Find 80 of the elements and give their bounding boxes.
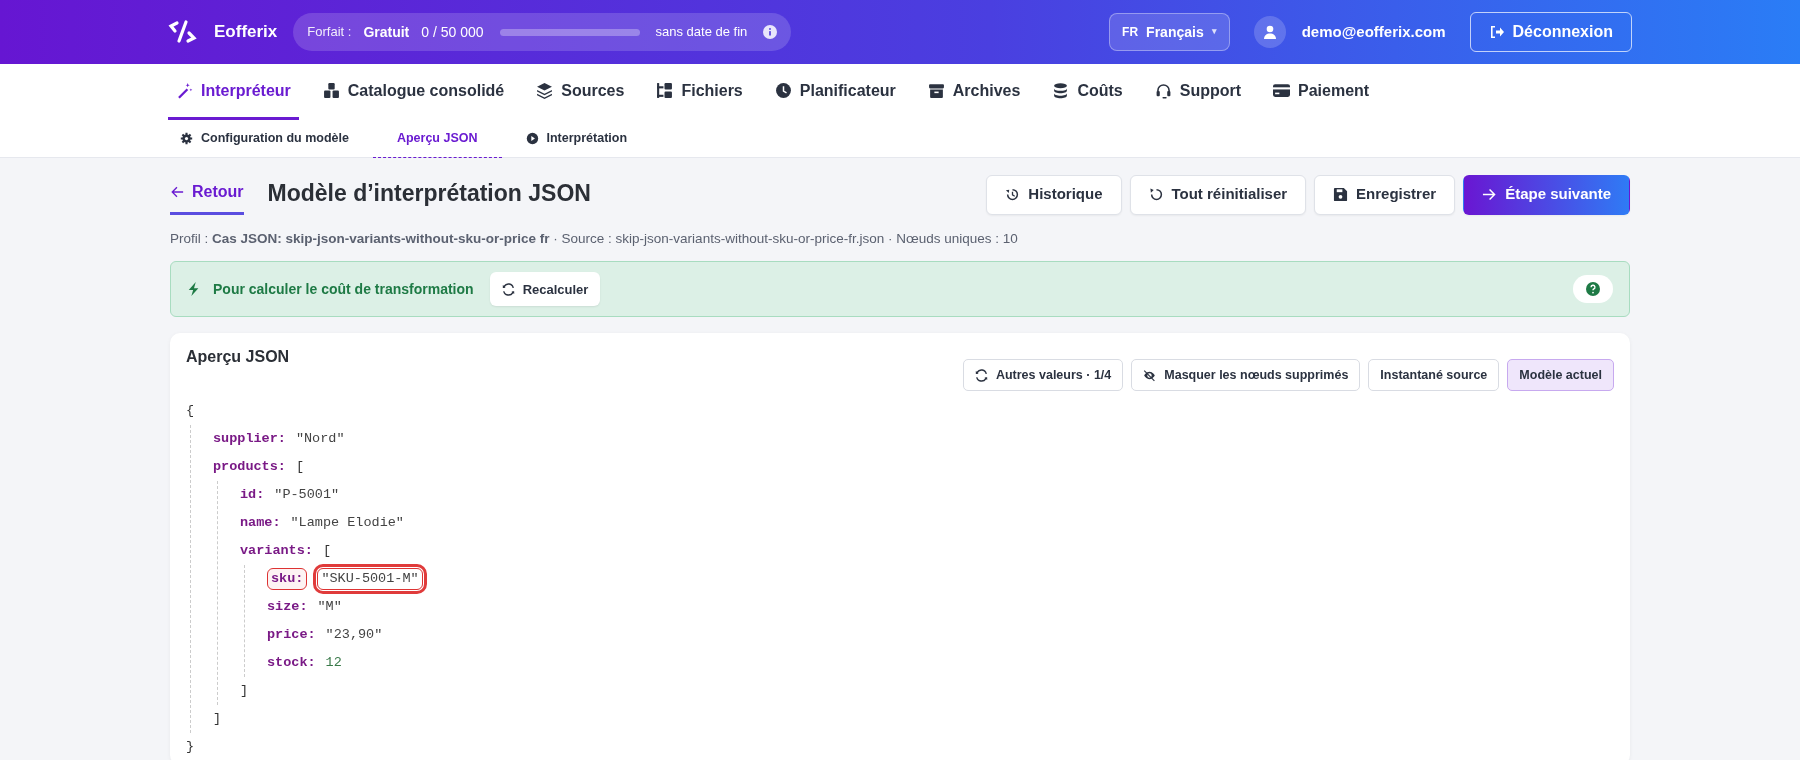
info-icon[interactable] xyxy=(763,25,778,39)
nav-tab[interactable]: Catalogue consolidé xyxy=(314,64,513,120)
bracket: ] xyxy=(213,710,222,729)
recalculate-button[interactable]: Recalculer xyxy=(489,272,601,307)
undo-icon xyxy=(1148,187,1164,202)
nav-tab[interactable]: Sources xyxy=(528,64,633,120)
toolbar-button[interactable]: Autres valeurs · 1/4 xyxy=(962,359,1124,392)
plan-name: Gratuit xyxy=(363,22,410,42)
logo-icon xyxy=(168,19,198,45)
save-icon xyxy=(1333,187,1349,202)
history-icon xyxy=(1005,187,1021,202)
help-button[interactable] xyxy=(1573,275,1613,304)
logout-icon xyxy=(1488,24,1505,40)
archive-icon xyxy=(927,82,945,99)
lightning-icon xyxy=(187,282,201,297)
json-key: size: xyxy=(267,597,308,618)
json-value: "Nord" xyxy=(295,430,345,449)
help-icon xyxy=(1586,282,1600,297)
json-key: sku: xyxy=(267,568,308,591)
brand-name: Eofferix xyxy=(214,21,278,44)
credit-card-icon xyxy=(1273,82,1291,99)
json-key: variants: xyxy=(240,541,313,562)
alert-text: Pour calculer le coût de transformation xyxy=(213,279,474,299)
json-key: price: xyxy=(267,625,316,646)
card-title: Aperçu JSON xyxy=(186,347,290,368)
json-key: supplier: xyxy=(213,429,286,450)
plan-expiry: sans date de fin xyxy=(655,23,748,42)
settings-icon xyxy=(180,131,193,145)
toolbar-button[interactable]: Masquer les nœuds supprimés xyxy=(1131,359,1361,392)
nav-tab[interactable]: Planificateur xyxy=(766,64,904,120)
play-icon xyxy=(525,131,539,145)
eye-slash-icon xyxy=(1143,368,1157,382)
view-toggle[interactable]: Instantané source xyxy=(1368,359,1500,392)
nav-tab[interactable]: Archives xyxy=(919,64,1029,120)
coins-icon xyxy=(1052,82,1070,99)
json-value: 12 xyxy=(325,654,342,673)
json-value: "23,90" xyxy=(325,626,383,645)
bracket: ] xyxy=(240,682,249,701)
json-key: name: xyxy=(240,513,281,534)
back-link[interactable]: Retour xyxy=(170,180,244,215)
refresh-icon xyxy=(501,282,515,296)
action-button[interactable]: Historique xyxy=(986,174,1122,215)
action-button[interactable]: Tout réinitialiser xyxy=(1129,174,1307,215)
sub-tab[interactable]: Configuration du modèle xyxy=(168,119,361,158)
logout-button[interactable]: Déconnexion xyxy=(1469,12,1632,52)
json-key: id: xyxy=(240,485,265,506)
nav-tab[interactable]: Support xyxy=(1146,64,1250,120)
headset-icon xyxy=(1154,82,1172,99)
bracket: [ xyxy=(295,458,305,477)
plan-label: Forfait : xyxy=(307,23,352,42)
refresh-icon xyxy=(974,368,988,382)
view-toggle[interactable]: Modèle actuel xyxy=(1507,359,1614,392)
json-key: stock: xyxy=(267,653,316,674)
user-icon xyxy=(1261,24,1278,40)
user-email: demo@eofferix.com xyxy=(1301,21,1446,42)
nav-tab[interactable]: Fichiers xyxy=(648,64,751,120)
json-value: "M" xyxy=(317,598,342,617)
arrow-left-icon xyxy=(170,185,184,199)
language-select[interactable]: FR Français ▾ xyxy=(1109,13,1230,51)
profile-info: Profil : Cas JSON: skip-json-variants-without-sku-or-price fr · Source : skip-json-variants-without-sku-or-price-fr.json · Nœuds uniques : 10 xyxy=(170,230,1019,248)
clock-icon xyxy=(774,82,792,99)
folder-tree-icon xyxy=(656,82,674,99)
action-button[interactable]: Étape suivante xyxy=(1463,174,1630,215)
page-title: Modèle d’interprétation JSON xyxy=(267,180,591,208)
json-value: "P-5001" xyxy=(274,486,340,505)
boxes-icon xyxy=(322,82,340,99)
layers-icon xyxy=(536,82,554,99)
sub-tab[interactable]: Aperçu JSON xyxy=(372,119,502,158)
action-button[interactable]: Enregistrer xyxy=(1314,174,1456,215)
json-value: "Lampe Elodie" xyxy=(290,514,404,533)
nav-tab[interactable]: Coûts xyxy=(1044,64,1131,120)
bracket: [ xyxy=(322,542,332,561)
magic-wand-icon xyxy=(176,82,193,99)
sub-tab[interactable]: Interprétation xyxy=(513,119,640,158)
json-key: products: xyxy=(213,457,286,478)
brace: { xyxy=(186,402,195,421)
brace: } xyxy=(186,738,195,757)
nav-tab[interactable]: Paiement xyxy=(1265,64,1378,120)
plan-usage: 0 / 50 000 xyxy=(421,22,484,42)
arrow-right-icon xyxy=(1482,187,1498,202)
